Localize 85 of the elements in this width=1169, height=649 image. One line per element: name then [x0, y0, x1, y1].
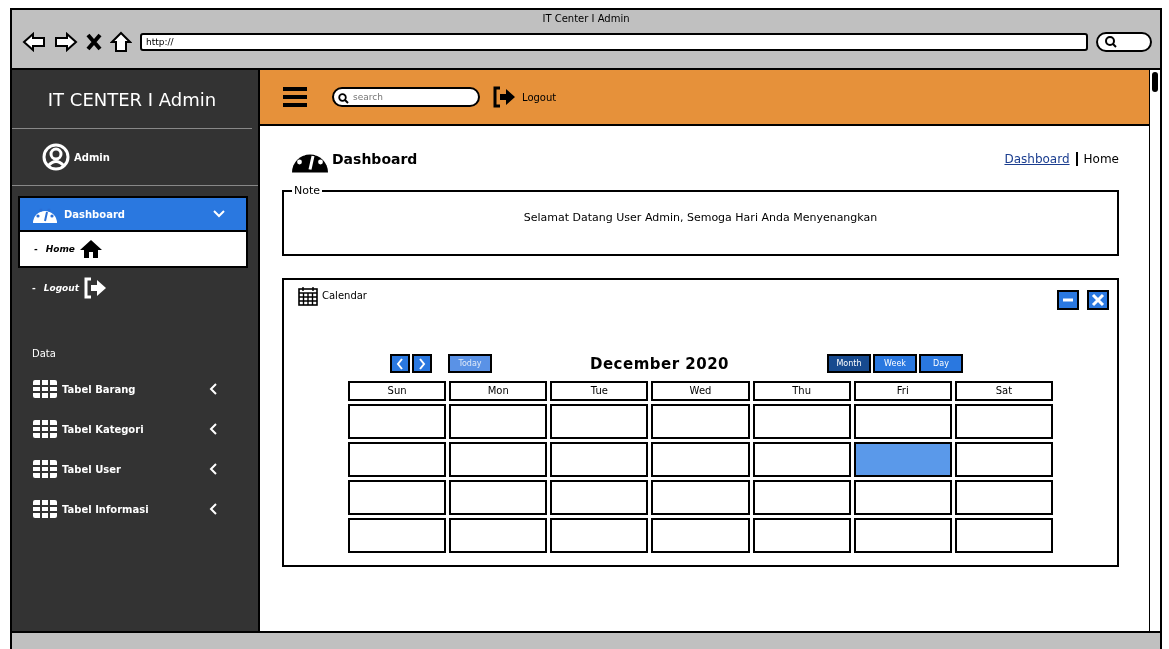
- day-cell[interactable]: [348, 442, 447, 477]
- table-icon: [32, 379, 58, 399]
- day-cell[interactable]: [348, 518, 447, 553]
- back-icon[interactable]: [22, 32, 46, 52]
- close-icon: [1091, 293, 1105, 307]
- day-cell[interactable]: [449, 480, 548, 515]
- forward-icon[interactable]: [54, 32, 78, 52]
- day-cell[interactable]: [449, 404, 548, 439]
- day-cell[interactable]: [752, 404, 851, 439]
- day-cell[interactable]: [550, 442, 649, 477]
- day-header: Mon: [449, 381, 548, 401]
- note-text: Selamat Datang User Admin, Semoga Hari Anda Menyenangkan: [522, 211, 879, 224]
- section-heading: Data: [31, 347, 57, 361]
- sidebar-item[interactable]: Tabel Kategori: [12, 409, 258, 449]
- bullet-dash: -: [32, 283, 36, 293]
- table-icon: [32, 499, 58, 519]
- day-cell[interactable]: [651, 518, 750, 553]
- day-cell[interactable]: [550, 404, 649, 439]
- day-cell[interactable]: [752, 442, 851, 477]
- day-header: Sun: [348, 381, 447, 401]
- day-cell[interactable]: [954, 404, 1053, 439]
- day-cell[interactable]: [752, 518, 851, 553]
- day-cell[interactable]: [550, 518, 649, 553]
- day-cell[interactable]: [651, 480, 750, 515]
- day-cell[interactable]: [954, 442, 1053, 477]
- sidebar-item[interactable]: Tabel User: [12, 449, 258, 489]
- submenu-item[interactable]: Home: [45, 244, 75, 254]
- chevron-right-icon: [418, 357, 426, 370]
- search-icon[interactable]: [1096, 31, 1152, 53]
- day-cell[interactable]: [348, 404, 447, 439]
- sidebar-item[interactable]: Tabel Barang: [12, 369, 258, 409]
- calendar-icon: [298, 286, 318, 306]
- day-header: Wed: [651, 381, 750, 401]
- day-header: Thu: [752, 381, 851, 401]
- chevron-left-icon: [396, 357, 404, 370]
- house-icon: [78, 239, 103, 259]
- scrollbar[interactable]: [1149, 70, 1160, 631]
- day-header: Sat: [954, 381, 1053, 401]
- logout-link[interactable]: Logout: [43, 283, 79, 293]
- logout-button[interactable]: Logout: [492, 86, 557, 108]
- calendar-title: Calendar: [322, 289, 367, 301]
- day-cell[interactable]: [954, 480, 1053, 515]
- search-field[interactable]: search: [332, 87, 480, 107]
- day-header: Fri: [853, 381, 952, 401]
- user-name: Admin: [74, 151, 110, 163]
- sidebar-item[interactable]: Dashboard: [18, 196, 248, 232]
- day-cell[interactable]: [651, 442, 750, 477]
- url-field[interactable]: http://: [140, 33, 1088, 51]
- day-header: Tue: [550, 381, 649, 401]
- day-cell[interactable]: [853, 442, 952, 477]
- day-cell[interactable]: [651, 404, 750, 439]
- page-title: Dashboard: [332, 151, 418, 167]
- day-cell[interactable]: [853, 518, 952, 553]
- day-cell[interactable]: [550, 480, 649, 515]
- table-icon: [32, 419, 58, 439]
- minimize-button[interactable]: [1057, 290, 1079, 310]
- view-button[interactable]: Month: [827, 354, 871, 373]
- day-cell[interactable]: [449, 442, 548, 477]
- day-cell[interactable]: [853, 480, 952, 515]
- bullet-dash: -: [34, 244, 38, 254]
- user-avatar-icon: [42, 143, 70, 171]
- month-title: December 2020: [589, 354, 730, 373]
- day-cell[interactable]: [954, 518, 1053, 553]
- previous-button[interactable]: [390, 354, 410, 373]
- sidebar-item[interactable]: Tabel Informasi: [12, 489, 258, 529]
- chevron-down-icon: [212, 209, 226, 219]
- view-button[interactable]: Week: [873, 354, 917, 373]
- breadcrumb-link[interactable]: Dashboard: [1004, 152, 1078, 166]
- window-title: IT Center I Admin: [541, 12, 631, 26]
- close-button[interactable]: [1087, 290, 1109, 310]
- view-button[interactable]: Day: [919, 354, 963, 373]
- day-cell[interactable]: [752, 480, 851, 515]
- note-legend: Note: [292, 184, 323, 197]
- exit-icon: [492, 86, 516, 108]
- exit-icon: [83, 277, 107, 299]
- brand-title: IT CENTER I Admin: [12, 70, 252, 129]
- day-cell[interactable]: [348, 480, 447, 515]
- breadcrumb-current: Home: [1083, 152, 1119, 166]
- menu-icon[interactable]: [282, 86, 308, 108]
- table-icon: [32, 459, 58, 479]
- day-cell[interactable]: [853, 404, 952, 439]
- day-cell[interactable]: [449, 518, 548, 553]
- close-icon[interactable]: [86, 33, 102, 51]
- home-icon[interactable]: [110, 31, 132, 53]
- next-button[interactable]: [412, 354, 432, 373]
